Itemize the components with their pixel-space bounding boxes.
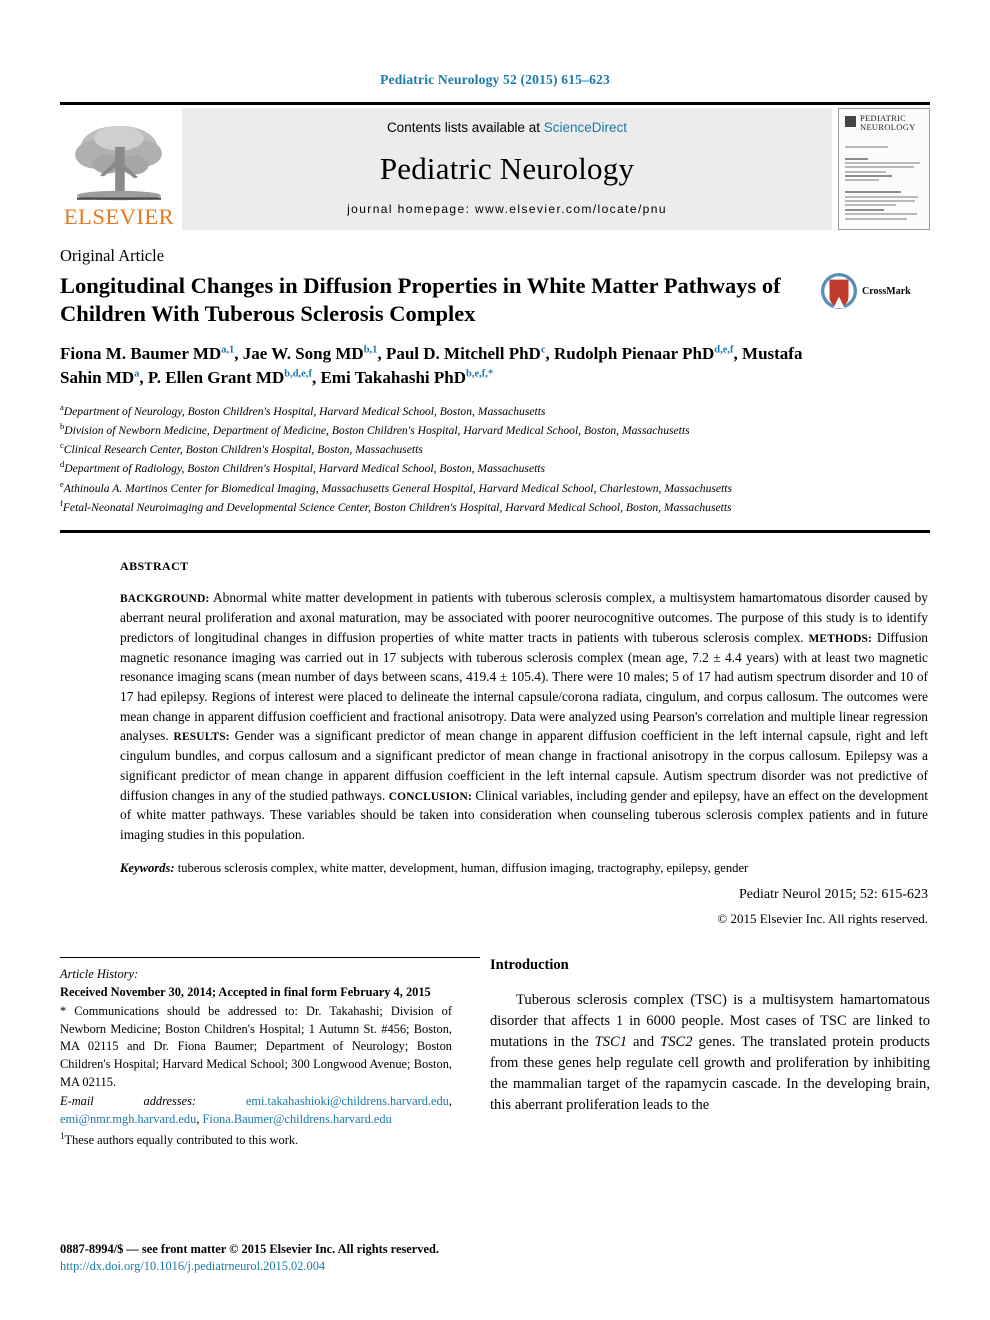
page-title: Longitudinal Changes in Diffusion Proper…: [60, 273, 781, 327]
author-list: Fiona M. Baumer MDa,1, Jae W. Song MDb,1…: [60, 344, 803, 388]
title-row: Longitudinal Changes in Diffusion Proper…: [60, 266, 930, 328]
right-column: Introduction Tuberous sclerosis complex …: [480, 957, 930, 1149]
copyright-line: © 2015 Elsevier Inc. All rights reserved…: [717, 911, 928, 927]
article-history-label: Article History:: [60, 967, 139, 982]
abstract-text: BACKGROUND: Abnormal white matter develo…: [120, 590, 928, 843]
abstract-section-head: METHODS:: [808, 632, 873, 645]
introduction-paragraph: Tuberous sclerosis complex (TSC) is a mu…: [490, 992, 930, 1114]
article-history-dates: Received November 30, 2014; Accepted in …: [60, 984, 431, 999]
email-addresses: E-mail addresses: emi.takahashioki@child…: [60, 1094, 452, 1126]
crossmark-label: CrossMark: [862, 285, 911, 297]
journal-homepage-link[interactable]: journal homepage: www.elsevier.com/locat…: [347, 202, 667, 216]
contents-line: Contents lists available at ScienceDirec…: [387, 120, 627, 135]
doi-link[interactable]: http://dx.doi.org/10.1016/j.pediatrneuro…: [60, 1259, 620, 1274]
affiliation-item: eAthinoula A. Martinos Center for Biomed…: [60, 478, 732, 495]
email-link[interactable]: emi.takahashioki@childrens.harvard.edu: [246, 1094, 449, 1108]
abstract-section-head: BACKGROUND:: [120, 593, 210, 606]
affiliation-item: bDivision of Newborn Medicine, Departmen…: [60, 420, 690, 437]
history-rule: [60, 957, 480, 959]
masthead: ELSEVIER Contents lists available at Sci…: [60, 108, 930, 230]
running-head: Pediatric Neurology 52 (2015) 615–623: [380, 72, 610, 87]
affiliation-item: aDepartment of Neurology, Boston Childre…: [60, 401, 546, 418]
left-column: Article History: Received November 30, 2…: [60, 957, 480, 1149]
elsevier-wordmark: ELSEVIER: [63, 203, 175, 229]
issn-line: 0887-8994/$ — see front matter © 2015 El…: [60, 1242, 439, 1256]
email-link[interactable]: Fiona.Baumer@childrens.harvard.edu: [203, 1112, 392, 1126]
cover-title: PEDIATRIC NEUROLOGY: [860, 113, 916, 133]
paper-page: Pediatric Neurology 52 (2015) 615–623 EL…: [0, 0, 990, 1320]
keywords-value: tuberous sclerosis complex, white matter…: [174, 860, 749, 875]
masthead-top-rule: [60, 102, 930, 105]
journal-cover-thumbnail[interactable]: PEDIATRIC NEUROLOGY: [838, 108, 930, 230]
elsevier-tree-icon: [75, 125, 162, 200]
abstract-section-head: RESULTS:: [173, 731, 230, 744]
footnote-text: These authors equally contributed to thi…: [64, 1132, 299, 1147]
article-history: Article History: Received November 30, 2…: [60, 966, 452, 1001]
sciencedirect-link[interactable]: ScienceDirect: [544, 120, 627, 135]
affiliation-list: aDepartment of Neurology, Boston Childre…: [60, 401, 930, 517]
abstract-region: ABSTRACT BACKGROUND: Abnormal white matt…: [0, 559, 990, 927]
journal-name: Pediatric Neurology: [379, 150, 635, 186]
cover-header: PEDIATRIC NEUROLOGY: [845, 113, 923, 133]
crossmark-badge[interactable]: CrossMark: [820, 272, 930, 310]
abstract-top-rule: [60, 530, 930, 534]
crossmark-icon: [820, 272, 858, 310]
two-column-region: Article History: Received November 30, 2…: [60, 957, 930, 1149]
masthead-center: Contents lists available at ScienceDirec…: [182, 108, 832, 230]
correspondence-note: * Communications should be addressed to:…: [60, 1004, 452, 1089]
citation-line: Pediatr Neurol 2015; 52: 615-623: [739, 887, 928, 903]
masthead-region: ELSEVIER Contents lists available at Sci…: [0, 102, 990, 230]
contents-prefix: Contents lists available at: [386, 120, 544, 135]
keywords: Keywords: tuberous sclerosis complex, wh…: [120, 859, 928, 877]
elsevier-logo: ELSEVIER: [60, 108, 178, 230]
abstract-label: ABSTRACT: [120, 559, 189, 574]
affiliation-item: cClinical Research Center, Boston Childr…: [60, 440, 423, 456]
page-footer: 0887-8994/$ — see front matter © 2015 El…: [60, 1242, 620, 1274]
cover-publisher-mark-icon: [845, 116, 856, 127]
equal-contribution-footnote: 1These authors equally contributed to th…: [60, 1130, 452, 1150]
introduction-heading: Introduction: [490, 957, 569, 974]
email-label: E-mail addresses:: [60, 1094, 197, 1109]
affiliation-item: fFetal-Neonatal Neuroimaging and Develop…: [60, 498, 732, 514]
affiliation-item: dDepartment of Radiology, Boston Childre…: [60, 459, 546, 476]
email-link[interactable]: emi@nmr.mgh.harvard.edu: [60, 1112, 196, 1126]
article-header: Original Article Longitudinal Changes in…: [0, 246, 990, 534]
article-type: Original Article: [60, 246, 165, 265]
keywords-label: Keywords:: [120, 860, 175, 875]
cover-body-lines: [845, 138, 923, 229]
abstract-section-head: CONCLUSION:: [388, 790, 472, 803]
